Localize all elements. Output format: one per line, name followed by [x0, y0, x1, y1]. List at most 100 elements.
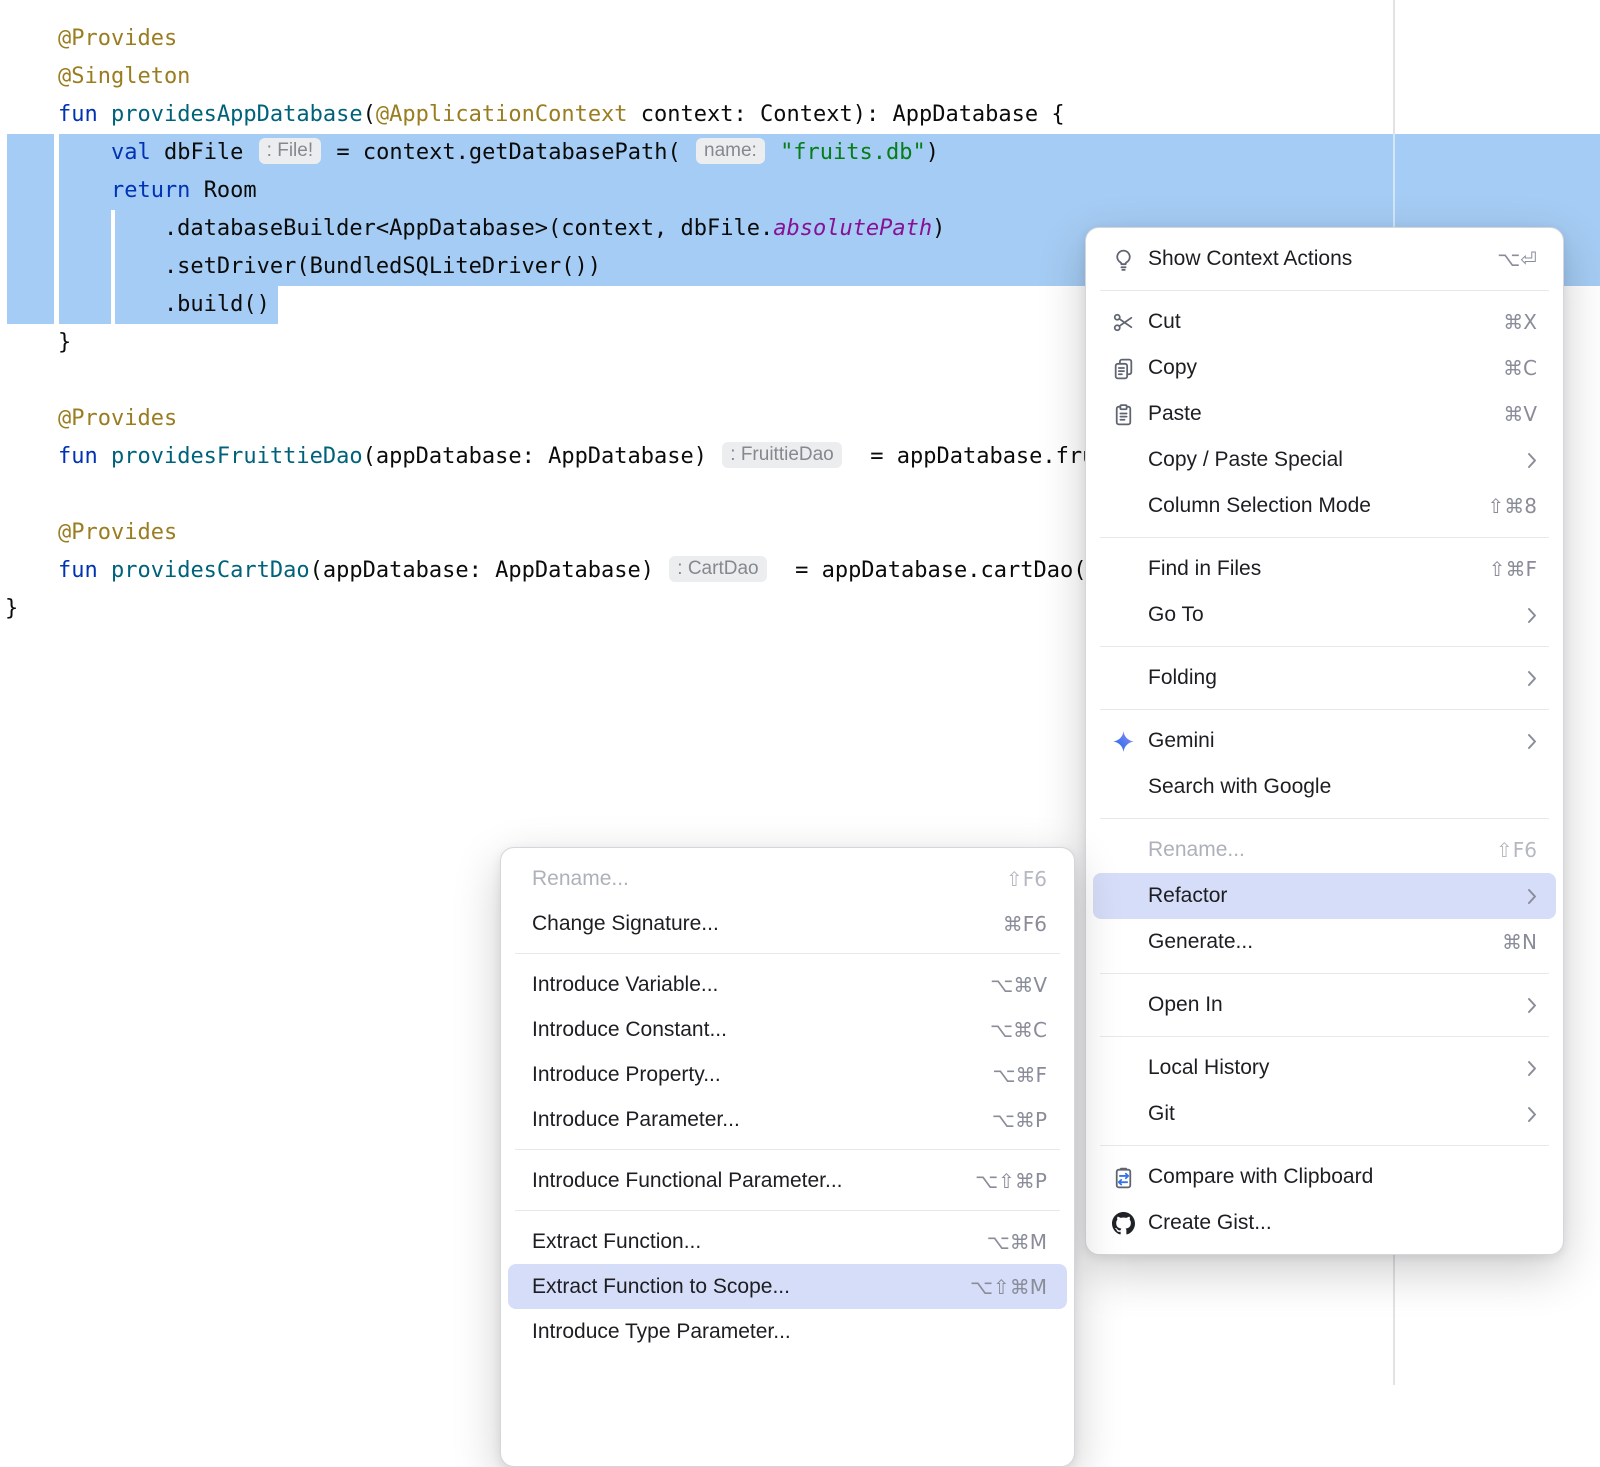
code-token-function[interactable]: providesAppDatabase — [111, 102, 363, 127]
menu-item-introduce-constant[interactable]: Introduce Constant...⌥⌘C — [508, 1007, 1067, 1052]
code-token-annotation[interactable]: @Provides — [5, 406, 177, 431]
copy-icon — [1110, 356, 1136, 381]
code-line[interactable]: fun providesAppDatabase(@ApplicationCont… — [5, 96, 1228, 134]
menu-item-label: Local History — [1148, 1056, 1503, 1080]
menu-item-introduce-parameter[interactable]: Introduce Parameter...⌥⌘P — [508, 1097, 1067, 1142]
menu-item-label: Refactor — [1148, 884, 1503, 908]
code-line[interactable]: @Singleton — [5, 58, 1228, 96]
menu-item-label: Go To — [1148, 603, 1503, 627]
scissors-icon — [1110, 310, 1136, 335]
menu-item-paste[interactable]: Paste⌘V — [1093, 391, 1556, 437]
chevron-right-icon — [1527, 1060, 1537, 1077]
menu-item-open-in[interactable]: Open In — [1093, 982, 1556, 1028]
code-line[interactable]: .setDriver(BundledSQLiteDriver()) — [5, 248, 1228, 286]
code-token[interactable]: ( — [363, 102, 376, 127]
menu-item-find-in-files[interactable]: Find in Files ⇧⌘F — [1093, 546, 1556, 592]
code-token-annotation[interactable]: @Provides — [5, 26, 177, 51]
code-token[interactable]: ) — [932, 216, 945, 241]
menu-item-introduce-type-parameter[interactable]: Introduce Type Parameter... — [508, 1309, 1067, 1354]
menu-item-generate[interactable]: Generate...⌘N — [1093, 919, 1556, 965]
code-token[interactable]: } — [5, 596, 18, 621]
menu-item-compare-with-clipboard[interactable]: Compare with Clipboard — [1093, 1154, 1556, 1200]
menu-item-cut[interactable]: Cut⌘X — [1093, 299, 1556, 345]
code-token-annotation[interactable]: @Provides — [5, 520, 177, 545]
code-token-annotation[interactable]: @Singleton — [5, 64, 190, 89]
code-editor[interactable]: @Provides @Singleton fun providesAppData… — [5, 20, 1228, 628]
code-token[interactable]: = context.getDatabasePath( — [323, 140, 694, 165]
inlay-hint[interactable]: : File! — [259, 138, 321, 164]
menu-item-introduce-property[interactable]: Introduce Property...⌥⌘F — [508, 1052, 1067, 1097]
code-line[interactable]: @Provides — [5, 514, 1228, 552]
menu-item-search-with-google[interactable]: Search with Google — [1093, 764, 1556, 810]
menu-item-label: Create Gist... — [1148, 1211, 1537, 1235]
inlay-hint[interactable]: : FruittieDao — [722, 442, 841, 468]
menu-item-rename[interactable]: Rename...⇧F6 — [508, 856, 1067, 901]
code-line[interactable]: } — [5, 324, 1228, 362]
inlay-hint[interactable]: : CartDao — [669, 556, 766, 582]
code-token[interactable] — [767, 140, 780, 165]
code-token[interactable]: context: Context): AppDatabase { — [628, 102, 1065, 127]
code-token[interactable]: Room — [204, 178, 257, 203]
code-token[interactable]: ) — [926, 140, 939, 165]
menu-item-introduce-variable[interactable]: Introduce Variable...⌥⌘V — [508, 962, 1067, 1007]
menu-item-label: Compare with Clipboard — [1148, 1165, 1537, 1189]
code-token[interactable]: } — [5, 330, 71, 355]
menu-item-refactor[interactable]: Refactor — [1093, 873, 1556, 919]
code-token-function[interactable]: providesCartDao — [111, 558, 310, 583]
menu-item-rename[interactable]: Rename...⇧F6 — [1093, 827, 1556, 873]
code-line[interactable] — [5, 476, 1228, 514]
editor-background: @Provides @Singleton fun providesAppData… — [0, 0, 1600, 1385]
code-line[interactable] — [5, 362, 1228, 400]
code-token-string[interactable]: "fruits.db" — [780, 140, 926, 165]
code-line[interactable]: @Provides — [5, 20, 1228, 58]
code-line[interactable]: fun providesCartDao(appDatabase: AppData… — [5, 552, 1228, 590]
menu-item-column-selection-mode[interactable]: Column Selection Mode⇧⌘8 — [1093, 483, 1556, 529]
code-token-property[interactable]: absolutePath — [773, 216, 932, 241]
code-line[interactable]: @Provides — [5, 400, 1228, 438]
menu-item-label: Paste — [1148, 402, 1479, 426]
code-line[interactable]: .databaseBuilder<AppDatabase>(context, d… — [5, 210, 1228, 248]
menu-item-folding[interactable]: Folding — [1093, 655, 1556, 701]
code-token-keyword[interactable]: fun — [5, 102, 111, 127]
code-line[interactable]: val dbFile : File! = context.getDatabase… — [5, 134, 1228, 172]
code-token-keyword[interactable]: return — [5, 178, 204, 203]
menu-item-go-to[interactable]: Go To — [1093, 592, 1556, 638]
code-token[interactable]: .build() — [5, 292, 270, 317]
code-token-annotation[interactable]: @ApplicationContext — [376, 102, 628, 127]
menu-item-extract-function[interactable]: Extract Function...⌥⌘M — [508, 1219, 1067, 1264]
code-line[interactable]: fun providesFruittieDao(appDatabase: App… — [5, 438, 1228, 476]
inlay-hint[interactable]: name: — [696, 138, 765, 164]
menu-item-create-gist[interactable]: Create Gist... — [1093, 1200, 1556, 1246]
code-token-keyword[interactable]: val — [5, 140, 164, 165]
menu-item-copy-paste-special[interactable]: Copy / Paste Special — [1093, 437, 1556, 483]
code-token[interactable]: dbFile — [164, 140, 257, 165]
menu-item-local-history[interactable]: Local History — [1093, 1045, 1556, 1091]
menu-item-gemini[interactable]: Gemini — [1093, 718, 1556, 764]
code-line[interactable]: } — [5, 590, 1228, 628]
refactor-submenu: Rename...⇧F6Change Signature...⌘F6 Introd… — [500, 847, 1075, 1467]
menu-item-introduce-functional-parameter[interactable]: Introduce Functional Parameter...⌥⇧⌘P — [508, 1158, 1067, 1203]
code-token[interactable]: .databaseBuilder<AppDatabase>(context, d… — [5, 216, 773, 241]
menu-item-label: Copy — [1148, 356, 1479, 380]
code-token[interactable]: (appDatabase: AppDatabase) — [310, 558, 668, 583]
code-token-keyword[interactable]: fun — [5, 444, 111, 469]
code-token[interactable]: = appDatabase.cartDao() — [769, 558, 1100, 583]
menu-item-change-signature[interactable]: Change Signature...⌘F6 — [508, 901, 1067, 946]
menu-item-show-context-actions[interactable]: Show Context Actions⌥⏎ — [1093, 236, 1556, 282]
menu-item-shortcut: ⌥⌘P — [992, 1108, 1047, 1132]
menu-item-label: Find in Files — [1148, 557, 1465, 581]
menu-item-extract-function-to-scope[interactable]: Extract Function to Scope...⌥⇧⌘M — [508, 1264, 1067, 1309]
code-line[interactable]: return Room — [5, 172, 1228, 210]
menu-item-shortcut: ⇧⌘F — [1489, 557, 1537, 581]
menu-item-git[interactable]: Git — [1093, 1091, 1556, 1137]
menu-item-shortcut: ⇧⌘8 — [1488, 494, 1537, 518]
code-token-function[interactable]: providesFruittieDao — [111, 444, 363, 469]
menu-item-label: Introduce Type Parameter... — [532, 1320, 1047, 1344]
menu-separator — [1100, 537, 1549, 538]
code-line[interactable]: .build() — [5, 286, 1228, 324]
code-token-keyword[interactable]: fun — [5, 558, 111, 583]
menu-item-copy[interactable]: Copy⌘C — [1093, 345, 1556, 391]
menu-separator — [1100, 973, 1549, 974]
code-token[interactable]: .setDriver(BundledSQLiteDriver()) — [5, 254, 601, 279]
code-token[interactable]: (appDatabase: AppDatabase) — [363, 444, 721, 469]
